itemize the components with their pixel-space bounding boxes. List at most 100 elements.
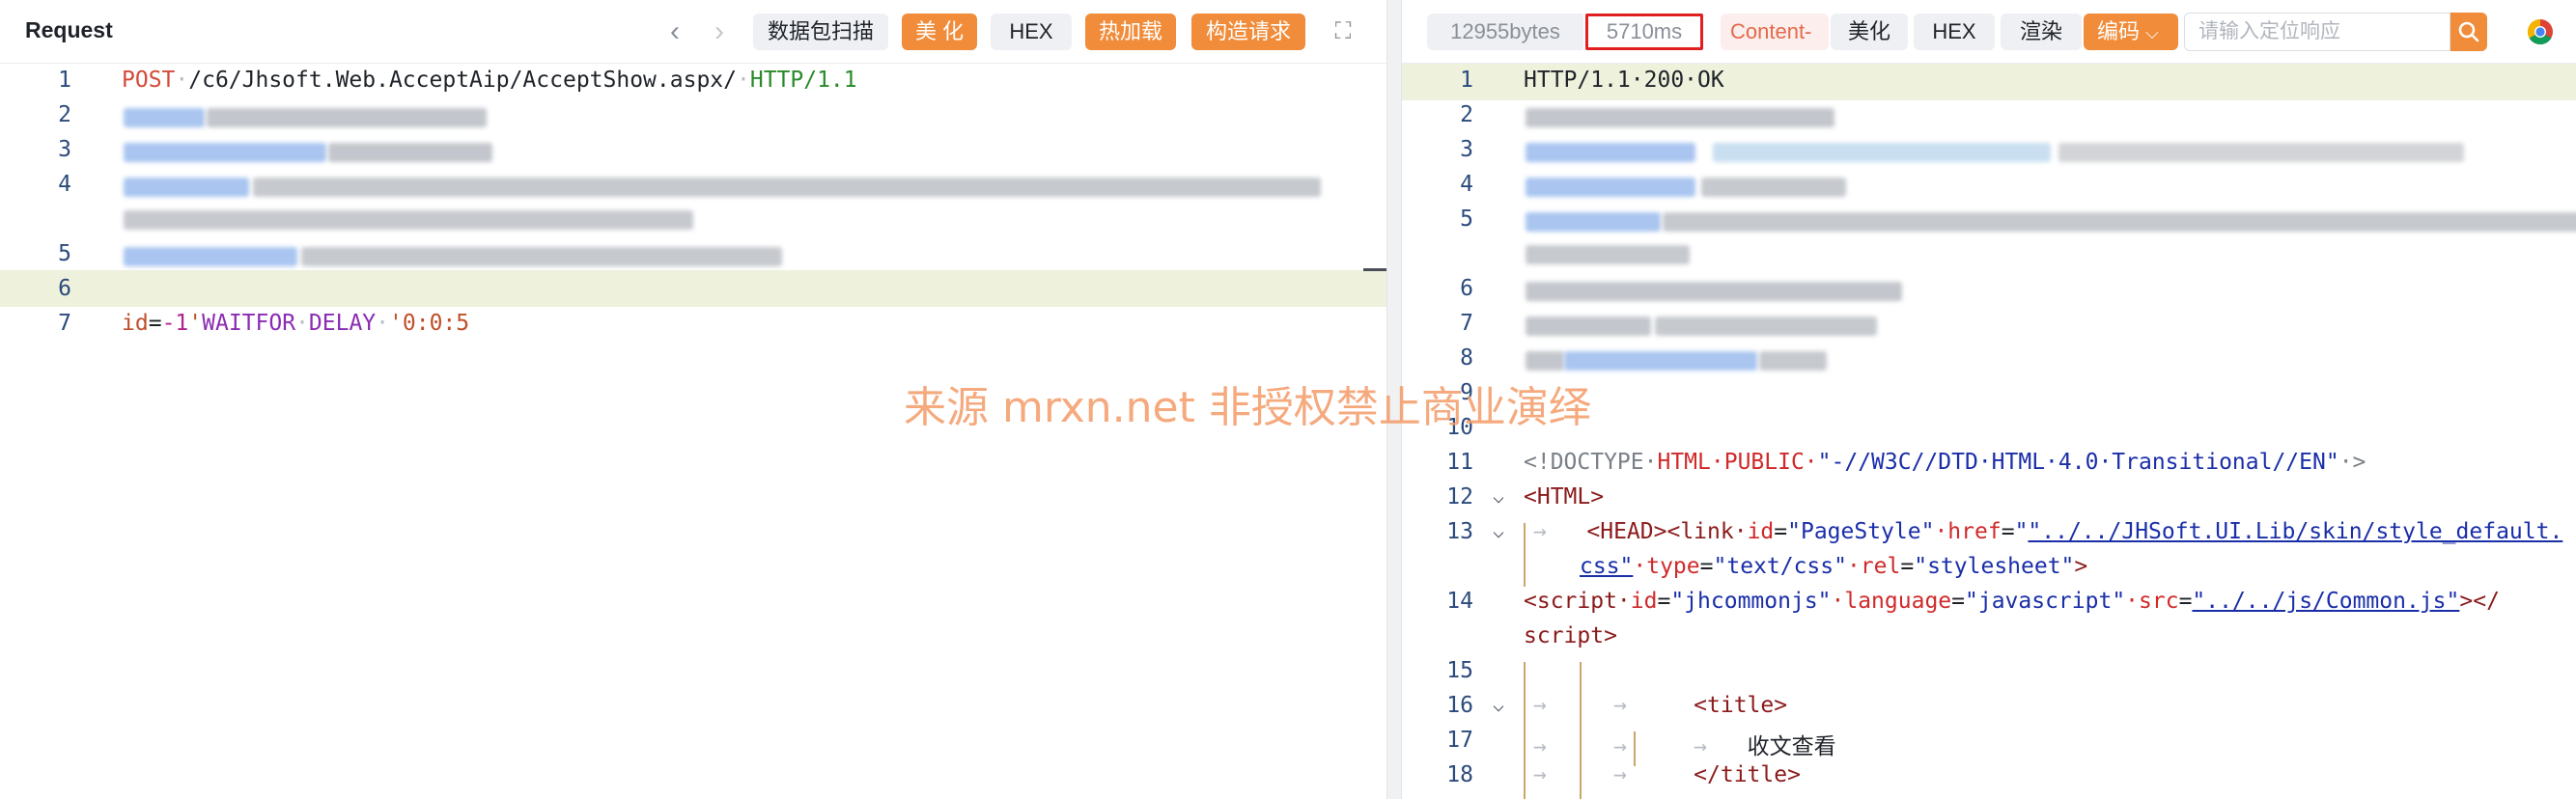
line-number: 5 xyxy=(58,241,71,266)
line-number: 8 xyxy=(1460,345,1473,371)
line-number: 18 xyxy=(1446,762,1473,787)
response-search-input[interactable]: 请输入定位响应 xyxy=(2184,13,2450,51)
attr-value: "text/css" xyxy=(1713,554,1847,579)
attr-name: ·href xyxy=(1934,519,2002,544)
http-protocol: HTTP/1.1 xyxy=(749,68,857,93)
hex-button[interactable]: HEX xyxy=(991,14,1072,50)
watermark-text: 来源 mrxn.net 非授权禁止商业演绎 xyxy=(904,383,1591,432)
script-line: <script·id="jhcommonjs"·language="javasc… xyxy=(1524,589,2500,614)
line-number: 11 xyxy=(1446,450,1473,475)
prev-arrow-icon[interactable]: ‹ xyxy=(660,14,689,50)
script-tag: <script· xyxy=(1524,589,1631,614)
attr-name: ·src xyxy=(2125,589,2179,614)
line-number: 6 xyxy=(1460,276,1473,301)
line-number: 17 xyxy=(1446,728,1473,753)
doctype-line: <!DOCTYPE·HTML·PUBLIC·"-//W3C//DTD·HTML·… xyxy=(1524,450,2366,475)
request-toolbar: Request ‹ › 数据包扫描 美 化 HEX 热加载 构造请求 ⛶ xyxy=(0,0,1386,64)
tag-close: > xyxy=(2074,554,2088,579)
line-number: 16 xyxy=(1446,693,1473,718)
doctype-string: "-//W3C//DTD·HTML·4.0·Transitional//EN" xyxy=(1817,450,2339,475)
param-key: id xyxy=(122,311,149,336)
attr-value: "PageStyle" xyxy=(1787,519,1935,544)
http-method: POST xyxy=(122,68,176,93)
title-open-line: → → <title> xyxy=(1533,693,1788,718)
param-number: -1 xyxy=(161,311,189,336)
packet-scan-button[interactable]: 数据包扫描 xyxy=(753,14,888,50)
attr-name: ·language xyxy=(1831,589,1952,614)
stylesheet-link[interactable]: "../../JHSoft.UI.Lib/skin/style_default. xyxy=(2028,519,2562,544)
doctype-close: ·> xyxy=(2338,450,2366,475)
title-open-tag: <title> xyxy=(1694,693,1788,718)
request-line: POST·/c6/Jhsoft.Web.AcceptAip/AcceptShow… xyxy=(122,68,857,93)
attr-value: "javascript" xyxy=(1965,589,2126,614)
attr-name: id xyxy=(1747,519,1775,544)
request-body: id=-1'WAITFOR·DELAY·'0:0:5 xyxy=(122,311,470,336)
chrome-icon[interactable] xyxy=(2526,17,2555,46)
stylesheet-link-tail[interactable]: css" xyxy=(1580,554,1633,579)
line-number: 1 xyxy=(1460,68,1473,93)
attr-name: ·type xyxy=(1633,554,1700,579)
attr-value: "stylesheet" xyxy=(1914,554,2075,579)
line-number: 3 xyxy=(1460,137,1473,162)
content-type-tag: Content- xyxy=(1721,14,1829,50)
fold-chevron-icon[interactable]: ⌵ xyxy=(1493,519,1512,542)
title-text-line: → → → 收文查看 xyxy=(1533,734,1836,759)
chevron-down-icon: ⌵ xyxy=(2145,23,2159,42)
line-number: 4 xyxy=(1460,172,1473,197)
attr-value: "jhcommonjs" xyxy=(1670,589,1832,614)
script-src-link[interactable]: "../../js/Common.js" xyxy=(2192,589,2459,614)
fold-chevron-icon[interactable]: ⌵ xyxy=(1493,693,1512,716)
response-time: 5710ms xyxy=(1585,14,1703,50)
line-number: 15 xyxy=(1446,658,1473,683)
head-tag: <HEAD><link· xyxy=(1586,519,1748,544)
line-number: 7 xyxy=(1460,311,1473,336)
search-icon xyxy=(2458,21,2479,42)
html-open-tag: <HTML> xyxy=(1524,484,1605,510)
line-number: 2 xyxy=(58,102,71,127)
param-keyword: DELAY xyxy=(308,311,377,336)
head-line: → <HEAD><link·id="PageStyle"·href=""../.… xyxy=(1533,519,2563,544)
doctype-keyword: HTML·PUBLIC· xyxy=(1657,450,1818,475)
line-number: 3 xyxy=(58,137,71,162)
hot-load-button[interactable]: 热加载 xyxy=(1085,14,1176,50)
current-line-highlight xyxy=(0,270,1386,307)
beautify-button[interactable]: 美 化 xyxy=(902,14,977,50)
line-number: 2 xyxy=(1460,102,1473,127)
line-number: 13 xyxy=(1446,519,1473,544)
tag-close: ></ xyxy=(2459,589,2500,614)
search-button[interactable] xyxy=(2450,13,2487,51)
head-line-wrap: css"·type="text/css"·rel="stylesheet"> xyxy=(1580,554,2088,579)
line-number: 1 xyxy=(58,68,71,93)
fold-chevron-icon[interactable]: ⌵ xyxy=(1493,484,1512,508)
fullscreen-icon[interactable]: ⛶ xyxy=(1329,14,1358,50)
scroll-marker[interactable] xyxy=(1363,268,1386,271)
response-beautify-button[interactable]: 美化 xyxy=(1831,14,1908,50)
title-close-tag: </title> xyxy=(1694,762,1801,787)
encode-dropdown[interactable]: 编码 ⌵ xyxy=(2084,14,2178,50)
render-button[interactable]: 渲染 xyxy=(2001,14,2082,50)
attr-name: id xyxy=(1630,589,1658,614)
request-path: /c6/Jhsoft.Web.AcceptAip/AcceptShow.aspx… xyxy=(188,68,737,93)
response-size: 12955bytes xyxy=(1427,14,1583,50)
response-hex-button[interactable]: HEX xyxy=(1914,14,1995,50)
next-arrow-icon[interactable]: › xyxy=(705,14,734,50)
line-number: 14 xyxy=(1446,589,1473,614)
line-number: 6 xyxy=(58,276,71,301)
encode-label: 编码 xyxy=(2097,19,2141,43)
response-toolbar: 12955bytes 5710ms Content- 美化 HEX 渲染 编码 … xyxy=(1402,0,2576,64)
line-number: 5 xyxy=(1460,207,1473,232)
title-text: 收文查看 xyxy=(1747,734,1836,759)
attr-name: ·rel xyxy=(1846,554,1901,579)
status-line: HTTP/1.1·200·OK xyxy=(1524,68,1724,93)
param-keyword: WAITFOR xyxy=(202,311,296,336)
line-number: 12 xyxy=(1446,484,1473,510)
browser-icon xyxy=(2527,18,2553,45)
param-quote: ' xyxy=(188,311,203,336)
indent-guide xyxy=(1524,662,1526,799)
line-number: 7 xyxy=(58,311,71,336)
param-string: '0:0:5 xyxy=(389,311,470,336)
title-close-line: → → </title> xyxy=(1533,762,1801,787)
doctype-open: <!DOCTYPE· xyxy=(1524,450,1658,475)
build-request-button[interactable]: 构造请求 xyxy=(1191,14,1305,50)
param-equals: = xyxy=(148,311,162,336)
